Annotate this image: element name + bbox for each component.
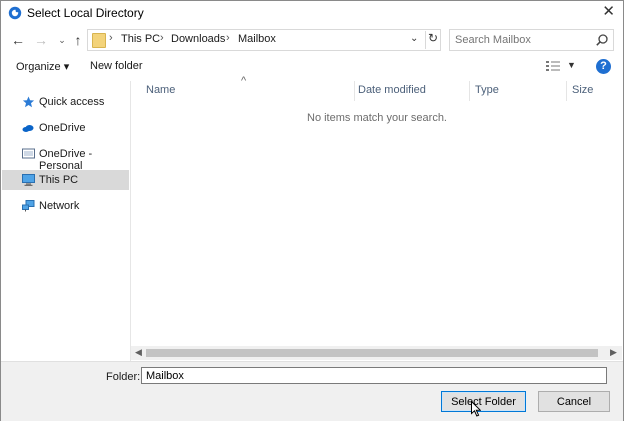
navigation-pane: Quick access OneDrive OneDrive - Persona…: [2, 81, 130, 361]
search-icon[interactable]: [595, 33, 609, 47]
forward-arrow-icon[interactable]: →: [32, 31, 50, 49]
breadcrumb-separator-icon: ›: [226, 32, 230, 44]
address-dropdown-chevron-icon[interactable]: ⌄: [410, 33, 418, 44]
folder-name-input[interactable]: [141, 367, 607, 384]
close-button[interactable]: ✕: [602, 4, 615, 20]
address-bar[interactable]: › This PC › Downloads › Mailbox ⌄ ↻: [87, 29, 441, 51]
column-header-name[interactable]: Name: [131, 81, 354, 101]
sidebar-item-label: OneDrive - Personal: [39, 148, 93, 172]
column-header-date-modified[interactable]: Date modified: [355, 81, 469, 101]
column-header-label: Size: [572, 84, 594, 96]
command-toolbar: Organize ▾ New folder ▼ ?: [1, 54, 623, 80]
cloud-icon: [22, 125, 34, 132]
organize-menu-button[interactable]: Organize ▾: [16, 60, 69, 73]
breadcrumb-separator-icon: ›: [160, 32, 164, 44]
scroll-right-arrow-icon[interactable]: ▶: [610, 347, 617, 358]
column-header-label: Type: [475, 84, 499, 96]
mouse-cursor-icon: [471, 401, 481, 417]
breadcrumb-separator-icon: ›: [109, 32, 113, 44]
column-header-label: Date modified: [358, 84, 426, 96]
star-icon: [22, 96, 35, 108]
sidebar-item-label: OneDrive: [39, 122, 86, 134]
sidebar-item-onedrive-personal[interactable]: OneDrive - Personal: [2, 144, 129, 172]
cancel-button[interactable]: Cancel: [538, 391, 610, 412]
view-options-icon[interactable]: [546, 60, 560, 72]
search-box[interactable]: [449, 29, 614, 51]
computer-icon: [22, 174, 35, 186]
breadcrumb-mailbox[interactable]: Mailbox: [238, 33, 276, 45]
dialog-window: Select Local Directory ✕ ← → ⌄ ↑ › This …: [0, 0, 624, 421]
scroll-left-arrow-icon[interactable]: ◀: [135, 347, 142, 358]
sidebar-item-label: This PC: [39, 174, 79, 186]
help-icon[interactable]: ?: [596, 59, 611, 74]
column-header-type[interactable]: Type: [470, 81, 566, 101]
sidebar-item-label: Quick access: [39, 96, 105, 108]
folder-icon: [92, 33, 106, 48]
column-header-label: Name: [146, 84, 176, 96]
new-folder-button[interactable]: New folder: [90, 60, 143, 72]
up-arrow-icon[interactable]: ↑: [69, 31, 87, 49]
sidebar-item-onedrive[interactable]: OneDrive: [2, 118, 129, 138]
sidebar-item-network[interactable]: Network: [2, 196, 129, 216]
scrollbar-thumb[interactable]: [146, 349, 598, 357]
dialog-footer: Folder: Select Folder Cancel: [1, 361, 623, 421]
cloud-icon: [22, 148, 35, 159]
refresh-icon[interactable]: ↻: [425, 31, 440, 49]
window-title: Select Local Directory: [27, 6, 144, 20]
folder-label: Folder:: [106, 371, 141, 383]
title-bar: Select Local Directory ✕: [1, 1, 623, 26]
file-list: ^ Name Date modified Type Size No items …: [131, 75, 623, 361]
empty-folder-message: No items match your search.: [307, 112, 447, 124]
sidebar-item-quick-access[interactable]: Quick access: [2, 92, 129, 112]
breadcrumb-this-pc[interactable]: This PC: [121, 33, 160, 45]
breadcrumb-downloads[interactable]: Downloads: [171, 33, 225, 45]
horizontal-scrollbar[interactable]: ◀ ▶: [131, 346, 622, 360]
column-header-size[interactable]: Size: [567, 81, 623, 101]
sidebar-item-this-pc[interactable]: This PC: [2, 170, 129, 190]
back-arrow-icon[interactable]: ←: [9, 31, 27, 49]
network-icon: [22, 200, 35, 212]
sidebar-item-label: Network: [39, 200, 80, 212]
app-logo-icon: [8, 6, 22, 20]
search-input[interactable]: [455, 32, 590, 47]
address-row: ← → ⌄ ↑ › This PC › Downloads › Mailbox …: [1, 27, 623, 53]
view-dropdown-chevron-icon[interactable]: ▼: [567, 60, 576, 70]
select-folder-button[interactable]: Select Folder: [441, 391, 526, 412]
